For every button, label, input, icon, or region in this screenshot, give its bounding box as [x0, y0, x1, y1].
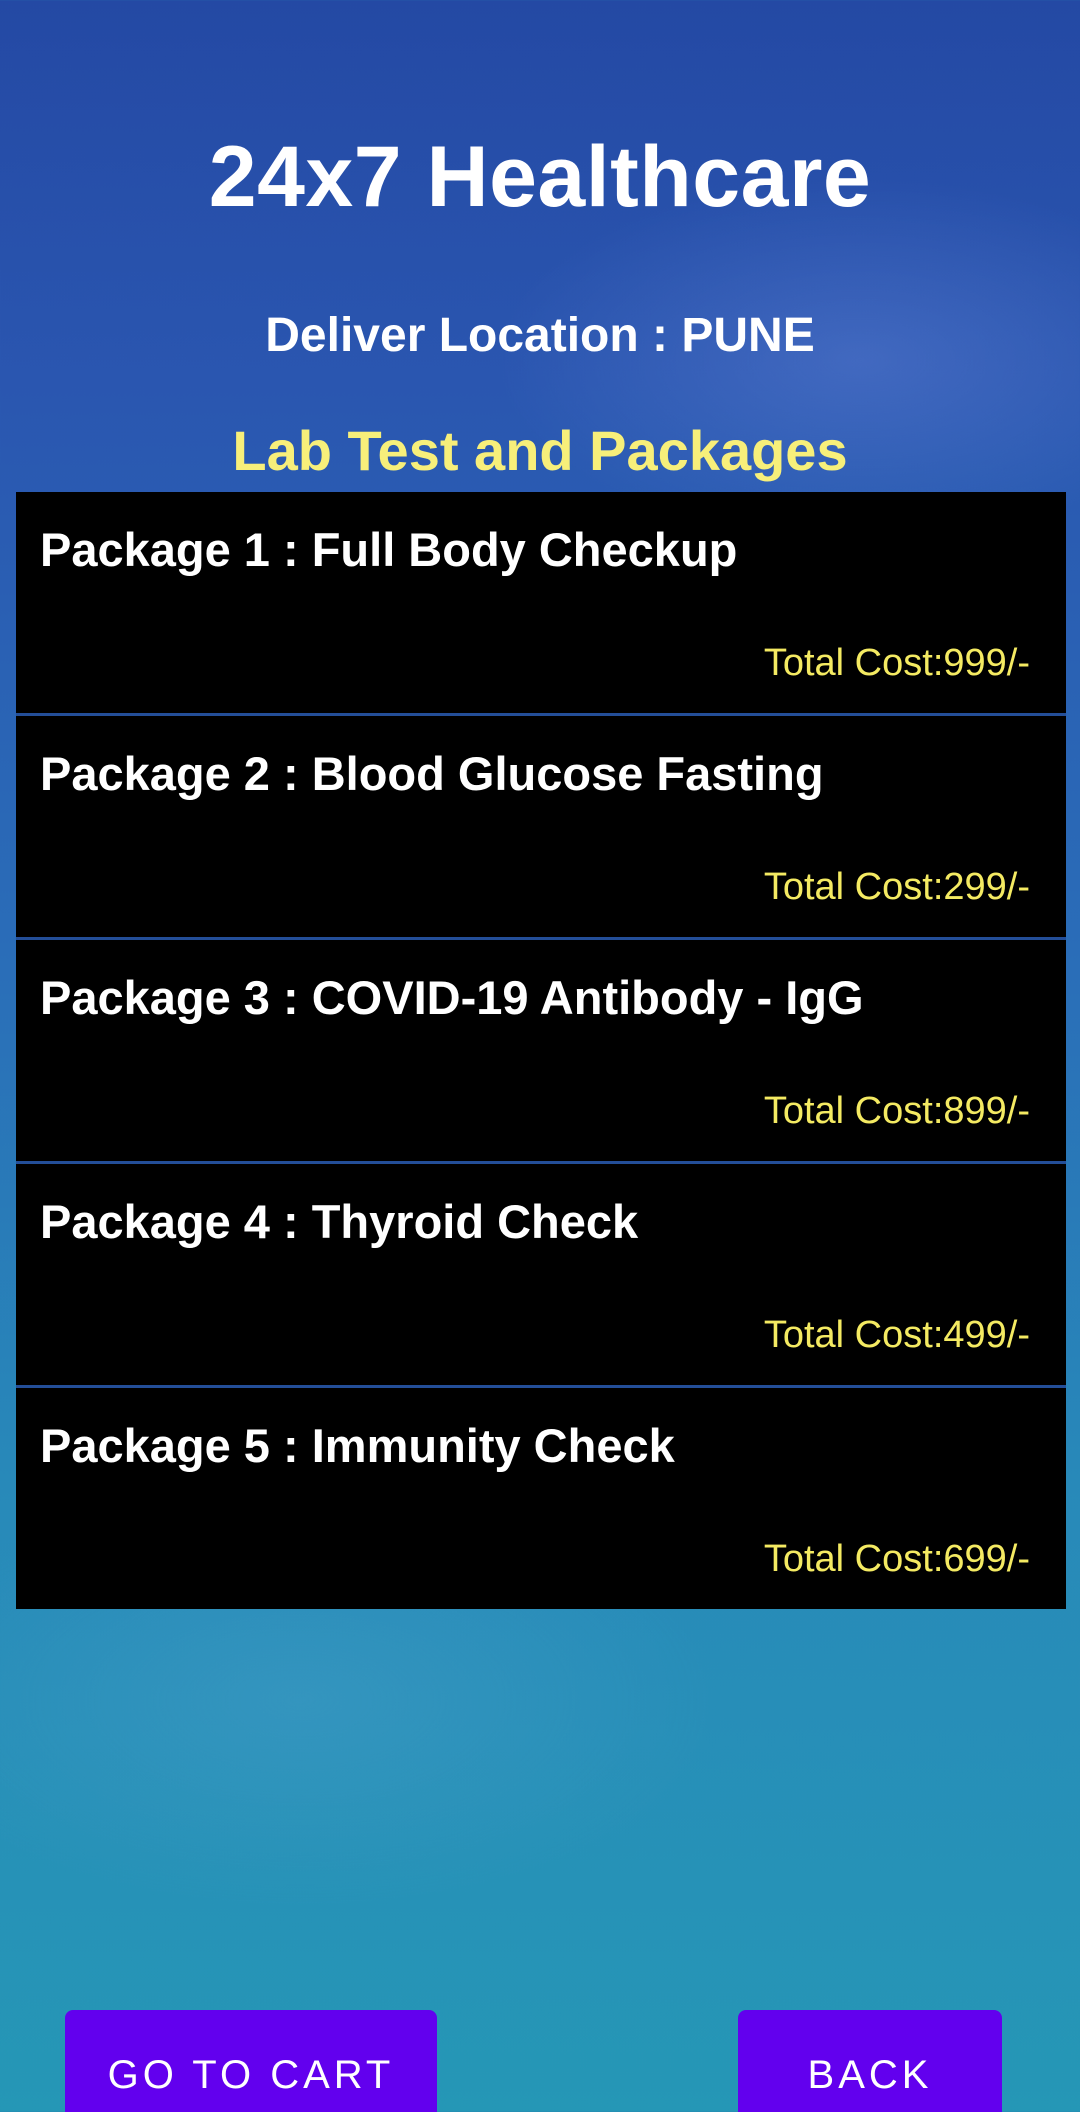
package-item[interactable]: Package 2 : Blood Glucose Fasting Total …	[16, 716, 1066, 940]
package-cost: Total Cost:299/-	[763, 866, 1030, 908]
delivery-location: Deliver Location : PUNE	[265, 309, 815, 362]
package-name: Package 1 : Full Body Checkup	[40, 523, 738, 576]
package-item[interactable]: Package 4 : Thyroid Check Total Cost:499…	[16, 1164, 1066, 1388]
package-name: Package 4 : Thyroid Check	[40, 1195, 639, 1248]
section-title: Lab Test and Packages	[232, 419, 848, 482]
app-title: 24x7 Healthcare	[208, 129, 872, 225]
back-button[interactable]: BACK	[738, 2010, 1002, 2112]
package-item[interactable]: Package 1 : Full Body Checkup Total Cost…	[16, 492, 1066, 716]
package-cost: Total Cost:899/-	[763, 1090, 1030, 1132]
package-cost: Total Cost:699/-	[763, 1538, 1030, 1580]
package-list: Package 1 : Full Body Checkup Total Cost…	[16, 492, 1066, 1609]
package-item[interactable]: Package 5 : Immunity Check Total Cost:69…	[16, 1388, 1066, 1609]
go-to-cart-button[interactable]: GO TO CART	[65, 2010, 437, 2112]
package-name: Package 3 : COVID-19 Antibody - IgG	[40, 971, 864, 1024]
package-cost: Total Cost:999/-	[763, 642, 1030, 684]
package-name: Package 5 : Immunity Check	[40, 1419, 675, 1472]
package-item[interactable]: Package 3 : COVID-19 Antibody - IgG Tota…	[16, 940, 1066, 1164]
package-cost: Total Cost:499/-	[763, 1314, 1030, 1356]
package-name: Package 2 : Blood Glucose Fasting	[40, 747, 824, 800]
